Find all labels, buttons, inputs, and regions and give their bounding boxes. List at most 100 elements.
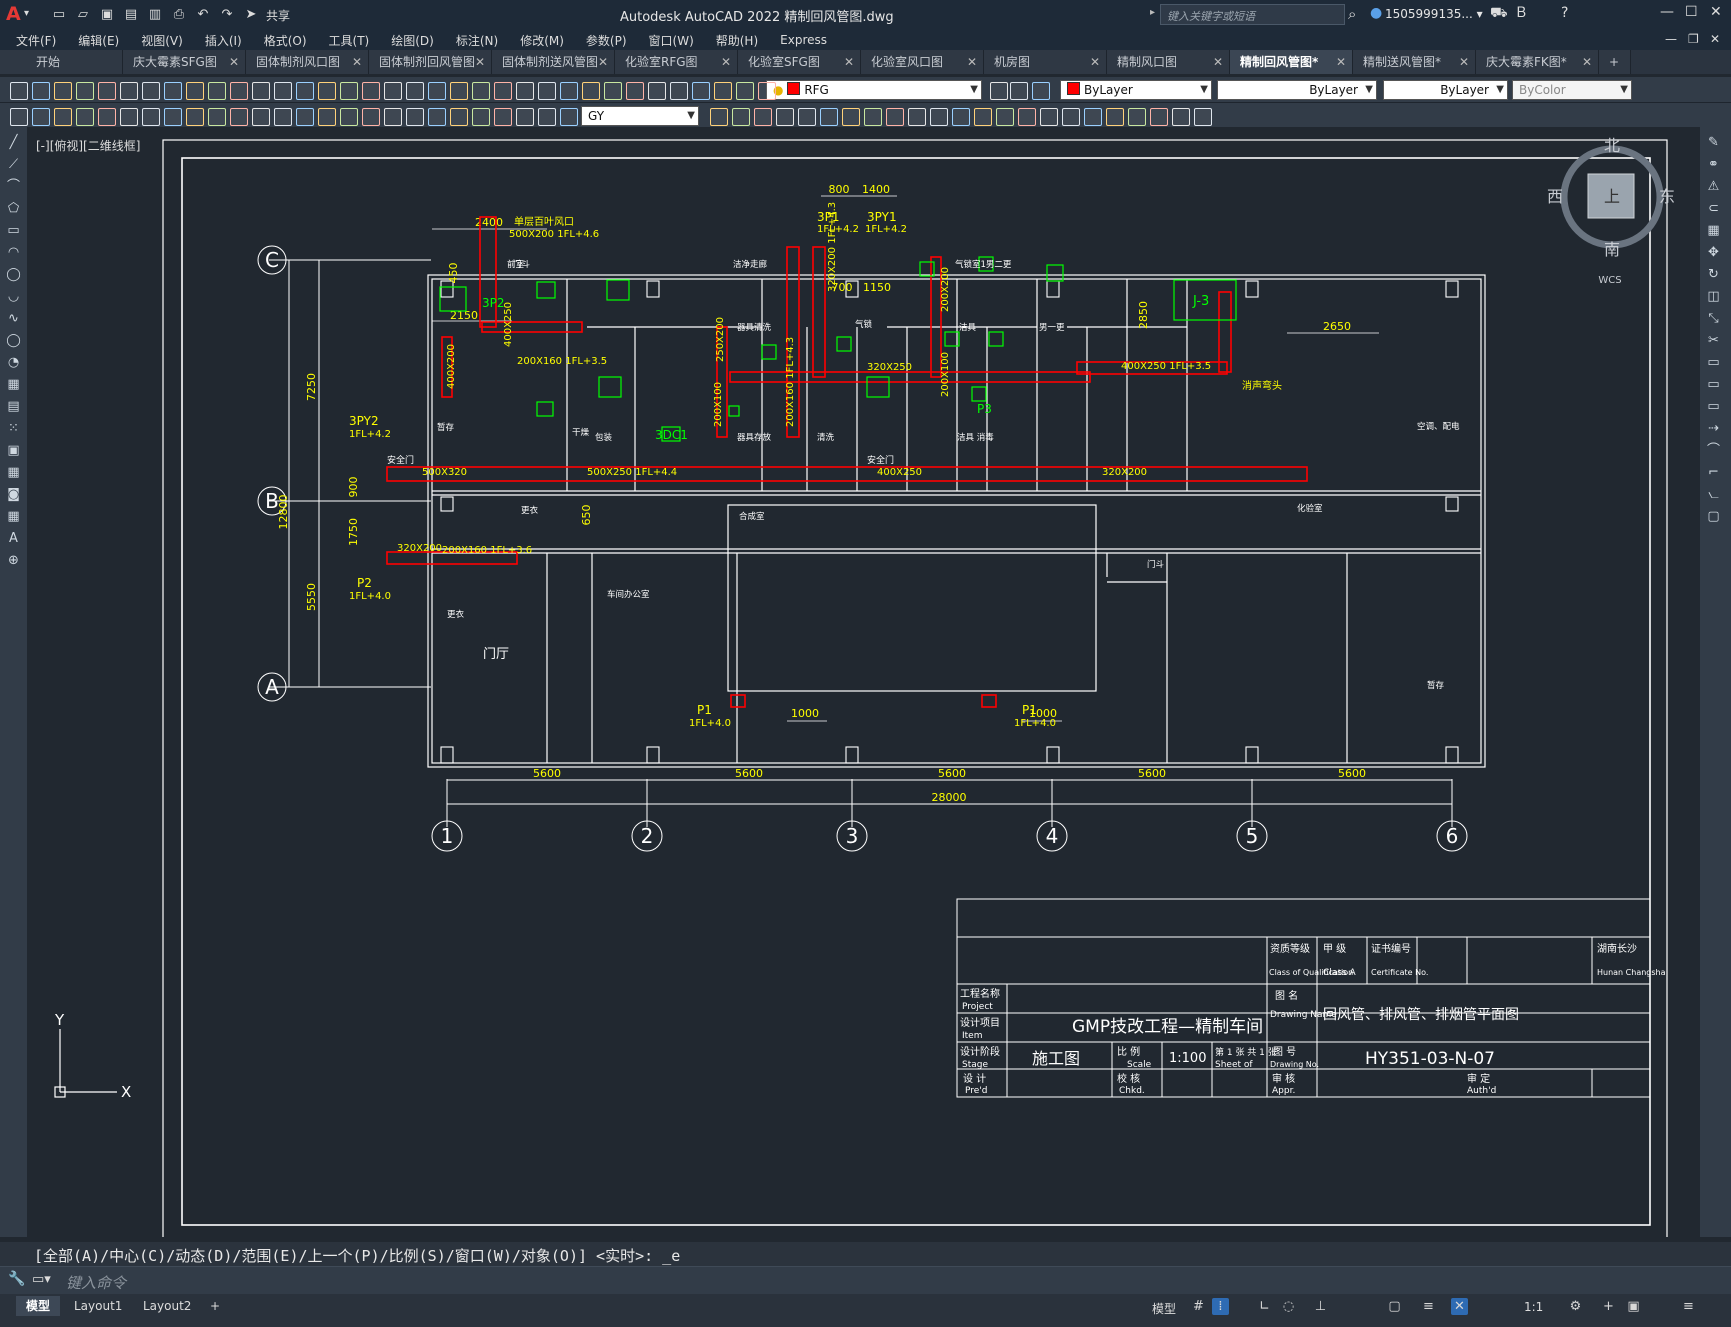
draw-tool-icon[interactable]: ▦ [6, 509, 21, 524]
a360-icon[interactable]: Ᏼ [1517, 5, 1526, 21]
viewcube-east[interactable]: 东 [1659, 187, 1675, 206]
toolbar-button-icon[interactable] [516, 82, 534, 100]
modify-tool-icon[interactable]: ⊂ [1706, 201, 1721, 216]
menu-window[interactable]: 窗口(W) [649, 32, 694, 49]
textstyle-combo[interactable]: GY ▼ [581, 106, 699, 126]
toolbar-button-icon[interactable] [450, 108, 468, 126]
toolbar-button-icon[interactable] [842, 108, 860, 126]
toolbar-button-icon[interactable] [428, 108, 446, 126]
toolbar-button-icon[interactable] [142, 82, 160, 100]
print-icon[interactable]: ⎙ [170, 6, 188, 23]
toolbar-button-icon[interactable] [670, 82, 688, 100]
new-file-icon[interactable]: ▭ [50, 6, 68, 23]
toolbar-button-icon[interactable] [340, 82, 358, 100]
toolbar-button-icon[interactable] [32, 82, 50, 100]
modify-tool-icon[interactable]: ▭ [1706, 399, 1721, 414]
toolbar-button-icon[interactable] [798, 108, 816, 126]
doc-close-icon[interactable]: ✕ [1710, 32, 1720, 46]
draw-tool-icon[interactable]: A [6, 531, 21, 546]
tab-file[interactable]: 庆大霉素FK图* ✕ [1476, 50, 1599, 74]
modify-tool-icon[interactable]: ✥ [1706, 245, 1721, 260]
draw-tool-icon[interactable]: ◡ [6, 289, 21, 304]
toolbar-button-icon[interactable] [1010, 82, 1028, 100]
menu-express[interactable]: Express [780, 33, 827, 47]
recent-commands-icon[interactable]: ▭▾ [32, 1272, 51, 1287]
tab-file-active[interactable]: 精制回风管图* ✕ [1230, 50, 1353, 74]
toolbar-button-icon[interactable] [274, 82, 292, 100]
toolbar-button-icon[interactable] [32, 108, 50, 126]
autocad-logo-icon[interactable]: A [6, 3, 21, 25]
web-save-icon[interactable]: ▥ [146, 6, 164, 23]
toolbar-button-icon[interactable] [908, 108, 926, 126]
toolbar-button-icon[interactable] [252, 82, 270, 100]
viewcube-west[interactable]: 西 [1547, 187, 1563, 206]
modify-tool-icon[interactable]: ⚭ [1706, 157, 1721, 172]
plotstyle-combo[interactable]: ByColor ▼ [1512, 80, 1632, 100]
draw-tool-icon[interactable]: ▦ [6, 465, 21, 480]
toolbar-button-icon[interactable] [710, 108, 728, 126]
modify-tool-icon[interactable]: ✎ [1706, 135, 1721, 150]
tab-layout1[interactable]: Layout1 [64, 1296, 132, 1316]
draw-tool-icon[interactable]: ◯ [6, 267, 21, 282]
tab-close-icon[interactable]: ✕ [844, 50, 854, 74]
undo-icon[interactable]: ↶ [194, 6, 212, 23]
grid-icon[interactable]: # [1190, 1298, 1207, 1315]
new-tab-icon[interactable]: + [1599, 50, 1631, 74]
tab-model[interactable]: 模型 [16, 1296, 61, 1316]
toolbar-button-icon[interactable] [54, 108, 72, 126]
viewcube-south[interactable]: 南 [1604, 240, 1620, 259]
toolbar-button-icon[interactable] [648, 82, 666, 100]
modify-tool-icon[interactable]: ⤡ [1706, 311, 1721, 326]
lineweight-combo[interactable]: ByLayer ▼ [1383, 80, 1508, 100]
toolbar-button-icon[interactable] [1062, 108, 1080, 126]
toolbar-button-icon[interactable] [362, 108, 380, 126]
tab-close-icon[interactable]: ✕ [1213, 50, 1223, 74]
search-expand-icon[interactable]: ▸ [1150, 7, 1155, 18]
share-button[interactable]: 共享 [266, 7, 290, 24]
cart-icon[interactable]: ⛟ [1490, 5, 1508, 23]
toolbar-button-icon[interactable] [754, 108, 772, 126]
toolbar-button-icon[interactable] [736, 82, 754, 100]
tab-close-icon[interactable]: ✕ [229, 50, 239, 74]
draw-tool-icon[interactable]: ◔ [6, 355, 21, 370]
tab-close-icon[interactable]: ✕ [1090, 50, 1100, 74]
toolbar-button-icon[interactable] [1084, 108, 1102, 126]
draw-tool-icon[interactable]: ⌒ [6, 179, 21, 194]
save-as-icon[interactable]: ▤ [122, 6, 140, 23]
toolbar-button-icon[interactable] [516, 108, 534, 126]
toolbar-button-icon[interactable] [120, 82, 138, 100]
toolbar-button-icon[interactable] [538, 108, 556, 126]
toolbar-button-icon[interactable] [384, 108, 402, 126]
tab-close-icon[interactable]: ✕ [1459, 50, 1469, 74]
draw-tool-icon[interactable]: ▦ [6, 377, 21, 392]
tab-file[interactable]: 化验室SFG图 ✕ [738, 50, 861, 74]
menu-file[interactable]: 文件(F) [16, 32, 56, 49]
modify-tool-icon[interactable]: ✂ [1706, 333, 1721, 348]
redo-icon[interactable]: ↷ [218, 6, 236, 23]
toolbar-button-icon[interactable] [318, 108, 336, 126]
toolbar-button-icon[interactable] [1128, 108, 1146, 126]
toolbar-button-icon[interactable] [384, 82, 402, 100]
plus-icon[interactable]: + [1600, 1298, 1617, 1315]
toolbar-button-icon[interactable] [864, 108, 882, 126]
clean-screen-icon[interactable]: ▣ [1625, 1298, 1642, 1315]
app-menu-chevron-icon[interactable]: ▾ [24, 8, 29, 19]
toolbar-button-icon[interactable] [732, 108, 750, 126]
toolbar-button-icon[interactable] [406, 108, 424, 126]
toolbar-button-icon[interactable] [626, 82, 644, 100]
draw-tool-icon[interactable]: ▭ [6, 223, 21, 238]
toolbar-button-icon[interactable] [406, 82, 424, 100]
toolbar-button-icon[interactable] [886, 108, 904, 126]
minimize-icon[interactable]: — [1660, 4, 1674, 20]
toolbar-button-icon[interactable] [318, 82, 336, 100]
menu-insert[interactable]: 插入(I) [205, 32, 242, 49]
viewcube-top[interactable]: 上 [1604, 187, 1620, 206]
share-icon[interactable]: ➤ [242, 6, 260, 23]
tab-file[interactable]: 精制送风管图* ✕ [1353, 50, 1476, 74]
toolbar-button-icon[interactable] [164, 82, 182, 100]
toolbar-button-icon[interactable] [494, 108, 512, 126]
search-icon[interactable]: ⌕ [1348, 5, 1356, 23]
toolbar-button-icon[interactable] [820, 108, 838, 126]
draw-tool-icon[interactable]: ◯ [6, 333, 21, 348]
tab-start[interactable]: 开始 [0, 50, 123, 74]
